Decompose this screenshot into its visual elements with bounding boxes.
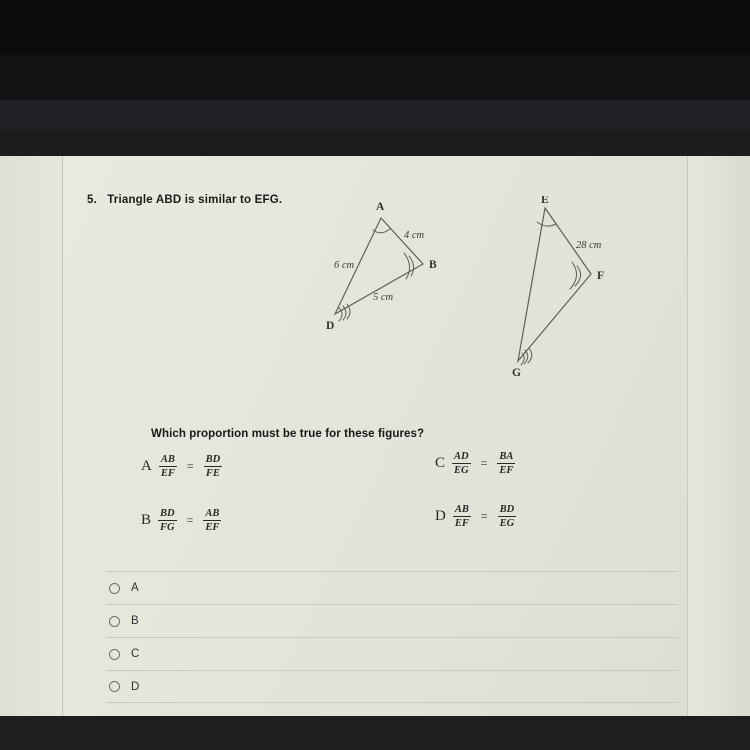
radio-button-d[interactable] (109, 681, 120, 692)
window-titlebar (0, 0, 750, 55)
triangles-svg: A B D E F G 4 cm 6 cm 5 cm 28 cm (326, 194, 604, 379)
vertex-label-f: F (597, 270, 604, 282)
fraction-denominator: EG (499, 518, 515, 530)
vertex-label-g: G (512, 367, 521, 379)
page-left-margin (0, 156, 62, 716)
fraction-numerator: BA (499, 451, 514, 462)
fraction-bar (497, 463, 516, 465)
choice-letter: B (141, 512, 152, 529)
fraction-numerator: AB (205, 508, 220, 519)
answer-option-a[interactable]: A (106, 571, 678, 604)
answer-label: A (131, 582, 139, 594)
choice-c-right-fraction: BA EF (497, 451, 516, 477)
choice-letter: C (435, 455, 446, 472)
fraction-bar (452, 516, 471, 518)
taskbar (0, 716, 750, 750)
answer-label: B (131, 615, 139, 627)
fraction-denominator: EG (454, 465, 469, 477)
choice-a-right-fraction: BD FE (203, 454, 223, 480)
fraction-bar (452, 463, 471, 465)
answer-label: D (131, 680, 140, 693)
fraction-bar (203, 520, 222, 522)
quiz-page: 5. Triangle ABD is similar to EFG. A B D… (0, 156, 750, 716)
equals-sign: = (480, 509, 488, 524)
fraction-numerator: AB (160, 454, 175, 465)
fraction-bar (158, 520, 177, 522)
side-label-ef: 28 cm (576, 240, 602, 251)
fraction-numerator: BD (499, 504, 515, 515)
choice-d-left-fraction: AB EF (452, 504, 471, 530)
question-text: Triangle ABD is similar to EFG. (107, 194, 283, 206)
choice-b-right-fraction: AB EF (203, 508, 222, 534)
bookmarks-bar: e and Longit... Pearson Realize FBI | Sa… (0, 130, 750, 279)
answer-label: C (131, 648, 140, 660)
choice-c: C AD EG = BA EF (435, 451, 516, 477)
radio-button-c[interactable] (109, 648, 120, 660)
fraction-bar (203, 466, 223, 468)
choice-c-left-fraction: AD EG (452, 451, 471, 476)
answer-option-c[interactable]: C (106, 637, 678, 670)
side-label-ad: 6 cm (334, 260, 355, 271)
fraction-denominator: EF (499, 465, 514, 477)
equals-sign: = (480, 456, 488, 471)
choice-letter: A (141, 458, 152, 475)
vertex-label-e: E (541, 196, 549, 206)
answer-option-d[interactable]: D (106, 670, 678, 703)
fraction-denominator: EF (454, 518, 469, 530)
question-content: 5. Triangle ABD is similar to EFG. A B D… (63, 156, 687, 716)
fraction-numerator: BD (160, 508, 175, 519)
vertex-label-d: D (326, 320, 334, 332)
side-label-db: 5 cm (373, 292, 394, 303)
fraction-bar (158, 466, 177, 468)
answer-options-list: A B C D (106, 571, 678, 703)
fraction-numerator: BD (205, 454, 221, 465)
choice-a: A AB EF = BD FE (141, 454, 223, 480)
equals-sign: = (186, 513, 194, 528)
choice-d: D AB EF = BD EG (435, 504, 517, 530)
side-label-ab: 4 cm (404, 230, 425, 241)
fraction-denominator: EF (160, 468, 175, 480)
fraction-bar (497, 516, 517, 518)
choice-a-left-fraction: AB EF (158, 454, 177, 480)
radio-button-b[interactable] (109, 615, 120, 627)
fraction-denominator: EF (205, 522, 220, 534)
fraction-denominator: FG (160, 522, 175, 534)
triangle-efg-path (517, 206, 592, 364)
answer-option-b[interactable]: B (106, 604, 678, 637)
fraction-numerator: AD (454, 451, 469, 462)
vertex-label-b: B (429, 259, 437, 271)
omnibox-row: e.com/courses/16011/quizzes/48907/take (0, 100, 750, 223)
choice-letter: D (435, 508, 446, 525)
fraction-denominator: FE (205, 468, 220, 480)
vertex-label-a: A (376, 201, 385, 213)
question-heading: 5. Triangle ABD is similar to EFG. (87, 194, 282, 206)
similar-triangles-figure: A B D E F G 4 cm 6 cm 5 cm 28 cm (313, 194, 653, 396)
screen: { "browser": { "tabs": [ { "title": "Wee… (0, 0, 750, 750)
choice-b: B BD FG = AB EF (141, 508, 222, 534)
page-right-margin (688, 156, 750, 716)
radio-button-a[interactable] (109, 582, 120, 594)
fraction-numerator: AB (454, 504, 469, 515)
question-prompt: Which proportion must be true for these … (151, 428, 425, 440)
equals-sign: = (186, 459, 194, 474)
choice-d-right-fraction: BD EG (497, 504, 517, 530)
tab-strip: ❮ Week 8 Warm- ✕ Davila 10/5-10 ✕ Meet -… (0, 55, 750, 153)
question-number: 5. (87, 194, 97, 206)
choice-b-left-fraction: BD FG (158, 508, 177, 533)
